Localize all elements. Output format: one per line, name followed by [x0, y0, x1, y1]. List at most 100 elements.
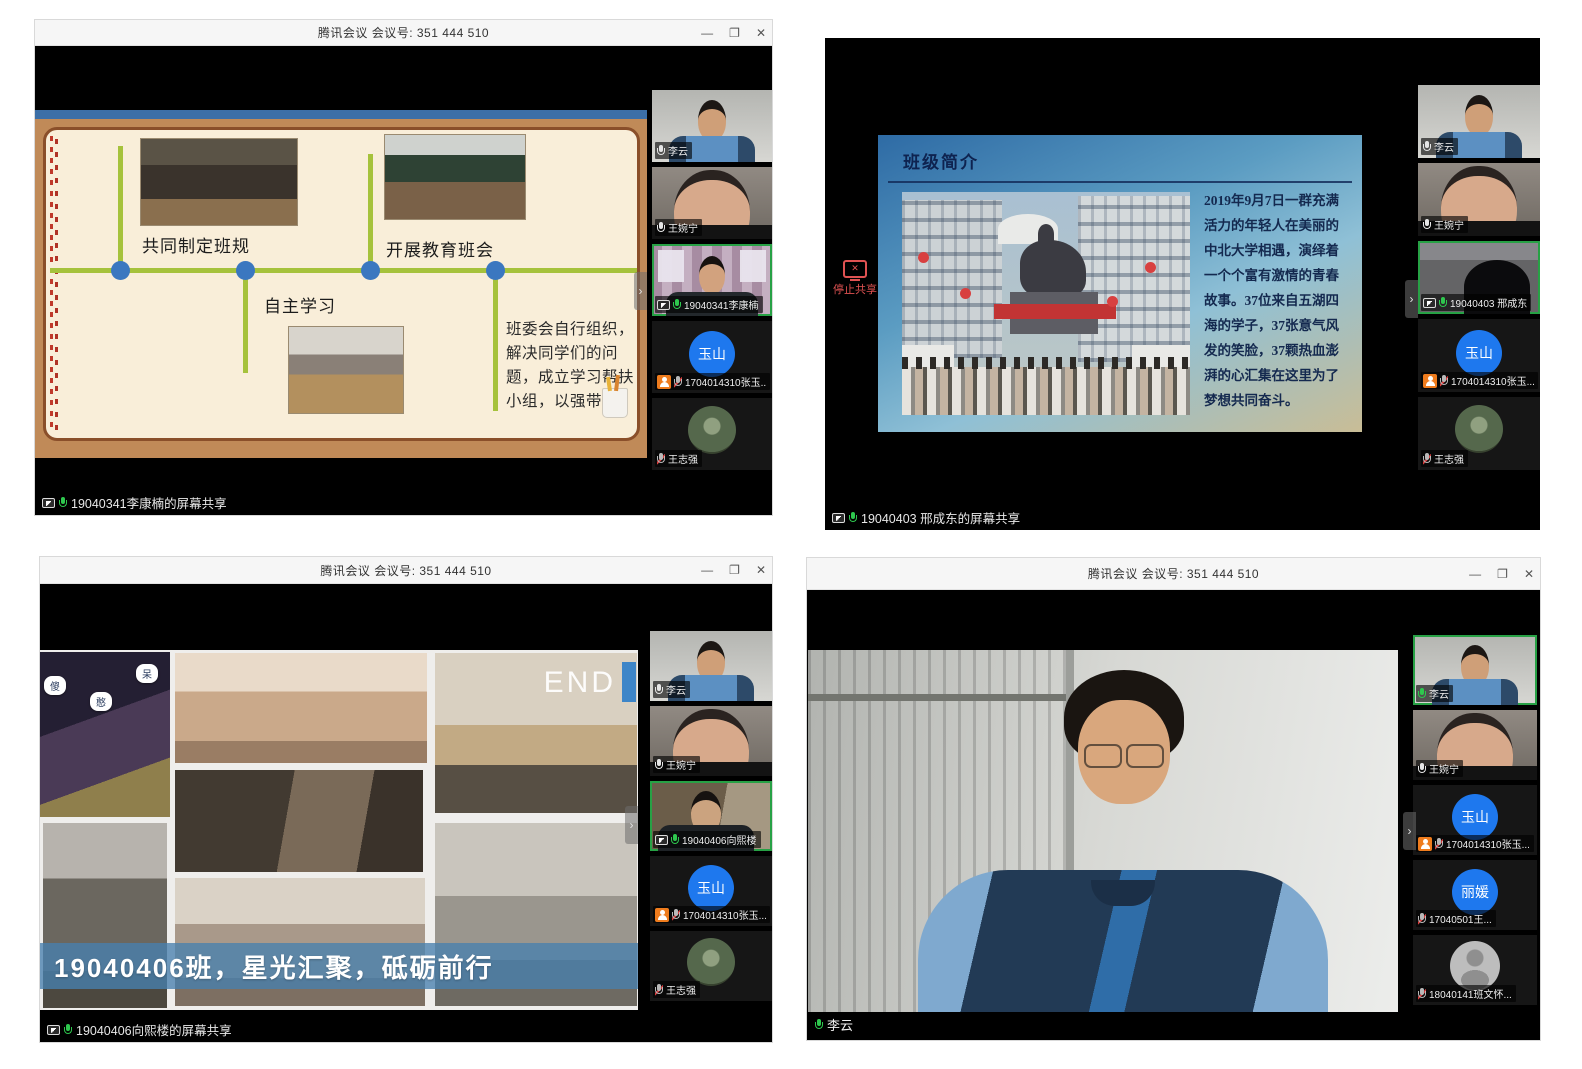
meeting-content: 共同制定班规 开展教育班会 自主学习 班委会自行组织，解决同学们的问题，成立学习…: [35, 46, 772, 515]
participant-tile-wangwanning[interactable]: 王婉宁: [652, 167, 772, 239]
mic-icon: [849, 512, 857, 524]
mic-icon: [1418, 763, 1426, 775]
participant-tile-wangwanning[interactable]: 王婉宁: [1413, 710, 1537, 780]
participant-tile-wangwanning[interactable]: 王婉宁: [1418, 163, 1540, 236]
window-title: 腾讯会议 会议号: 351 444 510: [318, 24, 489, 41]
lantern-graphic: [1145, 262, 1156, 273]
meeting-window-3: 腾讯会议 会议号: 351 444 510 — ❐ ✕ 傻 憨 呆 END: [40, 557, 772, 1042]
sidebar-collapse-arrow[interactable]: ›: [1403, 812, 1416, 850]
lantern-graphic: [1107, 296, 1118, 307]
mic-icon: [1423, 141, 1431, 153]
mic-muted-icon: [674, 376, 682, 388]
timeline-connector: [493, 273, 498, 411]
stop-share-button[interactable]: 停止共享: [833, 260, 877, 297]
participant-tile-banwenhuai[interactable]: 18040141班文怀...: [1413, 935, 1537, 1005]
speech-bubble: 呆: [136, 664, 158, 683]
avatar: 丽媛: [1452, 869, 1498, 915]
maximize-button[interactable]: ❐: [1497, 568, 1508, 580]
participant-tile-liyun[interactable]: 李云: [652, 90, 772, 162]
slide-body-text: 2019年9月7日一群充满活力的年轻人在美丽的中北大学相遇，演绎着一个个富有激情…: [1204, 189, 1348, 414]
close-button[interactable]: ✕: [1524, 568, 1534, 580]
maximize-button[interactable]: ❐: [729, 564, 740, 576]
end-blue-bar: [622, 662, 636, 702]
minimize-button[interactable]: —: [701, 27, 713, 39]
participant-sidebar: 李云 王婉宁 19040341李康楠 玉山: [652, 46, 772, 515]
participant-tile-likangnan[interactable]: 19040341李康楠: [652, 244, 772, 316]
participant-tile-liyun[interactable]: 李云: [650, 631, 772, 701]
shared-photo-collage: 傻 憨 呆 END 19040406班，星光汇聚，砥砺前行: [40, 650, 638, 1010]
minimize-button[interactable]: —: [701, 564, 713, 576]
participant-label: 王婉宁: [655, 219, 702, 236]
mic-muted-icon: [672, 909, 680, 921]
group-photo-crowd: [902, 367, 1190, 415]
share-status-bar: 19040341李康楠的屏幕共享: [42, 493, 227, 512]
window-title: 腾讯会议 会议号: 351 444 510: [1088, 565, 1259, 582]
mic-muted-icon: [1423, 453, 1431, 465]
participant-tile-wang[interactable]: 丽媛 17040501王...: [1413, 860, 1537, 930]
close-button[interactable]: ✕: [756, 564, 766, 576]
participant-label: 19040403 邢成东: [1421, 294, 1531, 311]
participant-label: 李云: [1421, 138, 1458, 155]
collage-caption-banner: 19040406班，星光汇聚，砥砺前行: [40, 943, 638, 989]
campus-photo: [902, 192, 1190, 415]
shared-slide-timeline: 共同制定班规 开展教育班会 自主学习 班委会自行组织，解决同学们的问题，成立学习…: [35, 110, 647, 458]
mic-icon: [671, 834, 679, 846]
collage-caption: 19040406班，星光汇聚，砥砺前行: [40, 948, 494, 985]
participant-label: 19040406向熙楼: [653, 831, 761, 848]
classroom-photo-2: [384, 134, 526, 220]
participant-tile-zhangyu[interactable]: 玉山 1704014310张玉...: [650, 856, 772, 926]
shared-screen-area: 班级简介 2019年9月7日一群充满活力的年: [825, 38, 1410, 530]
sidebar-collapse-arrow[interactable]: ›: [625, 806, 638, 844]
avatar: 玉山: [688, 865, 734, 911]
horse-statue-graphic: [1020, 240, 1086, 298]
sidebar-collapse-arrow[interactable]: ›: [634, 272, 647, 310]
participant-tile-zhangyu[interactable]: 玉山 1704014310张玉...: [1418, 319, 1540, 392]
building-graphic: [902, 200, 1002, 358]
slide-title-rule: [888, 181, 1352, 183]
main-video-area: 李云 ›: [807, 590, 1408, 1040]
member-badge-icon: [657, 375, 671, 389]
participant-tile-liyun[interactable]: 李云: [1413, 635, 1537, 705]
title-bar: 腾讯会议 会议号: 351 444 510 — ❐ ✕: [807, 558, 1540, 590]
mic-muted-icon: [1418, 913, 1426, 925]
speaker-video: [808, 650, 1398, 1012]
share-status-bar: 19040403 邢成东的屏幕共享: [832, 508, 1020, 527]
screen-share-icon: [655, 835, 668, 845]
participant-tile-xiangxilou[interactable]: 19040406向熙楼: [650, 781, 772, 851]
timeline-dot: [236, 261, 255, 280]
participant-tile-xingchengdong[interactable]: 19040403 邢成东: [1418, 241, 1540, 314]
shared-screen-area: 共同制定班规 开展教育班会 自主学习 班委会自行组织，解决同学们的问题，成立学习…: [35, 46, 647, 515]
participant-sidebar: 李云 王婉宁 玉山 1704014310张玉... 丽媛: [1413, 590, 1537, 1040]
lantern-graphic: [960, 288, 971, 299]
participant-tile-zhangyu[interactable]: 玉山 1704014310张玉...: [1413, 785, 1537, 855]
avatar: 玉山: [1452, 794, 1498, 840]
mic-muted-icon: [657, 453, 665, 465]
participant-tile-wangwanning[interactable]: 王婉宁: [650, 706, 772, 776]
maximize-button[interactable]: ❐: [729, 27, 740, 39]
participant-tile-wangzhiqiang[interactable]: 王志强: [650, 931, 772, 1001]
notebook-page: 共同制定班规 开展教育班会 自主学习 班委会自行组织，解决同学们的问题，成立学习…: [43, 127, 640, 441]
slide-top-bar: [35, 110, 647, 119]
participant-label: 1704014310张玉...: [653, 906, 770, 923]
milestone-label-3: 自主学习: [264, 292, 336, 317]
member-badge-icon: [1418, 837, 1432, 851]
classroom-photo-3: [288, 326, 404, 414]
participant-tile-liyun[interactable]: 李云: [1418, 85, 1540, 158]
participant-tile-wangzhiqiang[interactable]: 王志强: [1418, 397, 1540, 470]
building-graphic: [1078, 196, 1190, 362]
speech-bubble: 傻: [44, 676, 66, 695]
minimize-button[interactable]: —: [1469, 568, 1481, 580]
sidebar-collapse-arrow[interactable]: ›: [1405, 280, 1418, 318]
participant-tile-zhangyu[interactable]: 玉山 1704014310张玉...: [652, 321, 772, 393]
mic-icon: [1439, 297, 1447, 309]
participant-label: 17040501王...: [1416, 910, 1496, 927]
participant-label: 1704014310张玉...: [1421, 372, 1538, 389]
timeline-dot: [361, 261, 380, 280]
avatar: 玉山: [689, 331, 735, 377]
mic-icon: [59, 497, 67, 509]
stop-share-icon: [843, 260, 867, 278]
member-badge-icon: [655, 908, 669, 922]
participant-tile-wangzhiqiang[interactable]: 王志强: [652, 398, 772, 470]
close-button[interactable]: ✕: [756, 27, 766, 39]
mic-muted-icon: [1435, 838, 1443, 850]
